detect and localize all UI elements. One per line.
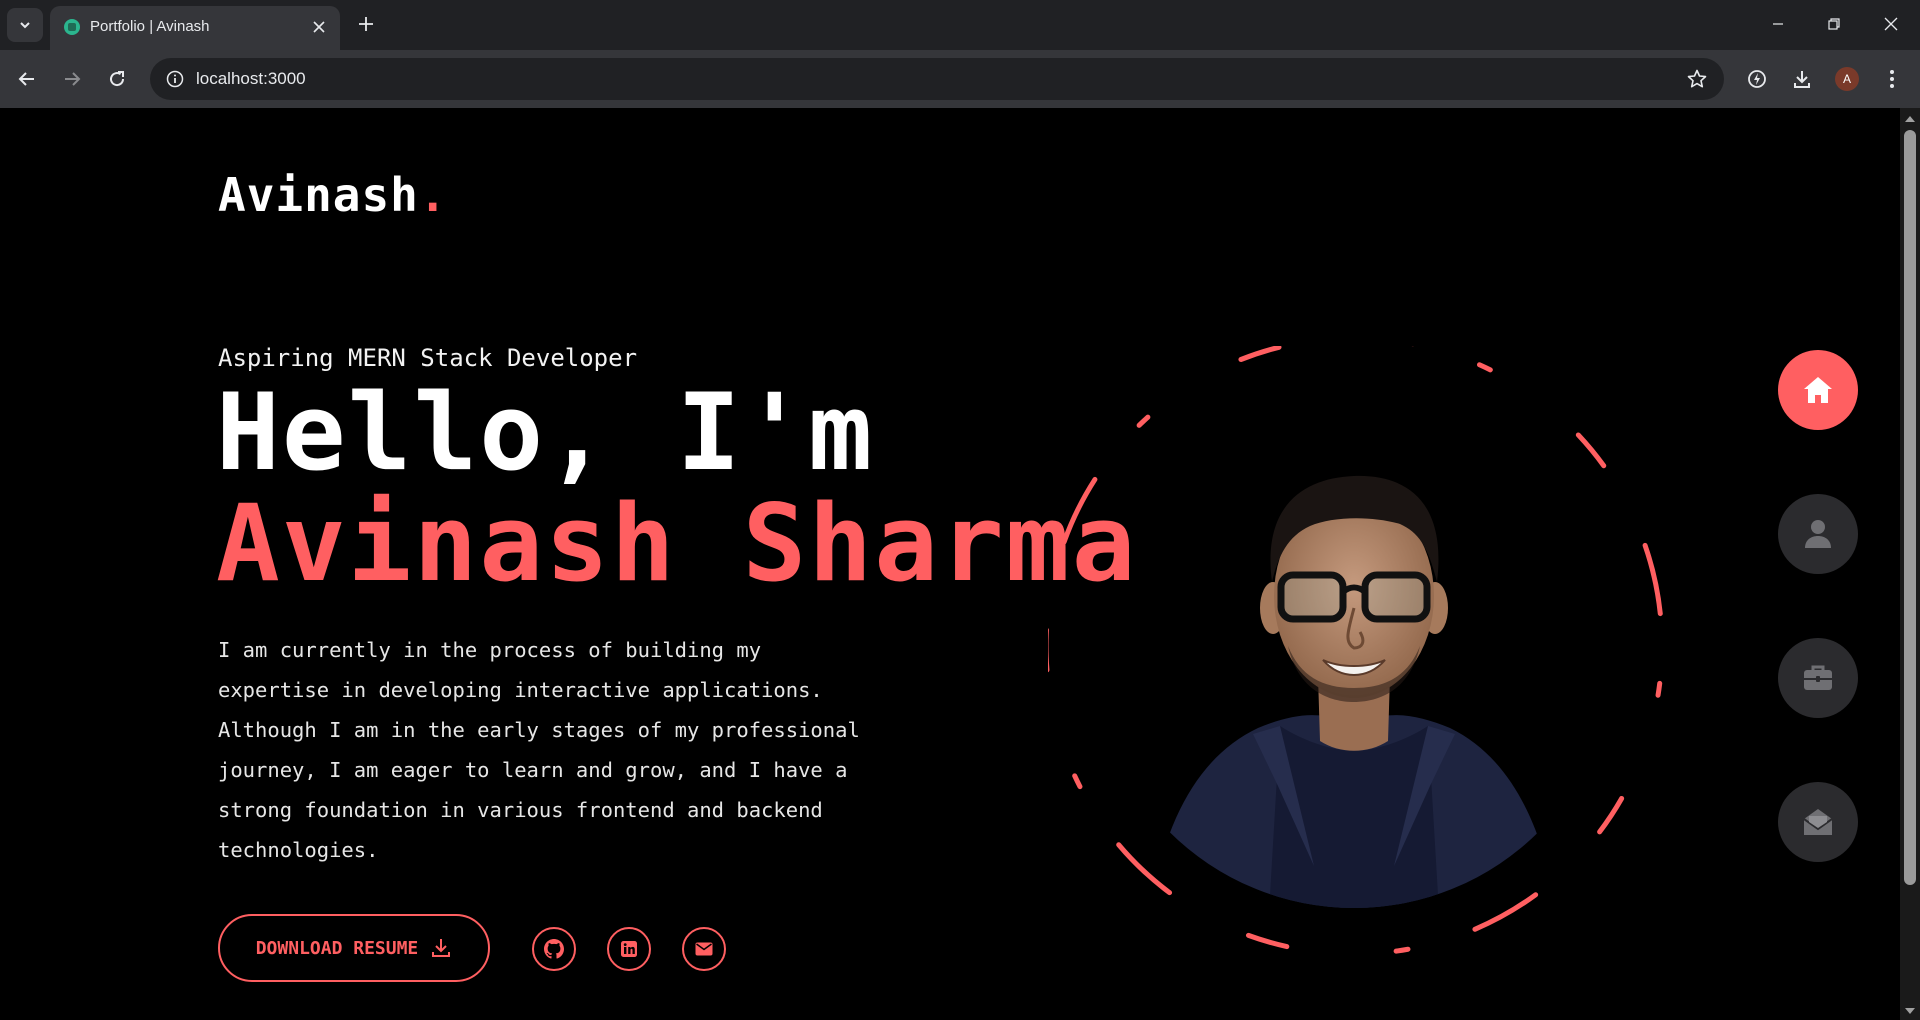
mail-icon — [695, 942, 713, 956]
favicon-icon — [64, 19, 80, 35]
close-window-button[interactable] — [1868, 8, 1914, 40]
bookmark-button[interactable] — [1682, 64, 1712, 94]
side-nav-portfolio[interactable] — [1778, 638, 1858, 718]
logo-dot: . — [418, 168, 448, 222]
browser-toolbar: localhost:3000 A — [0, 50, 1920, 108]
reload-button[interactable] — [100, 62, 134, 96]
github-link[interactable] — [532, 927, 576, 971]
forward-button[interactable] — [55, 62, 89, 96]
url-text: localhost:3000 — [196, 69, 306, 88]
restore-icon — [1828, 18, 1840, 30]
scroll-up-arrow[interactable] — [1905, 116, 1915, 122]
tab-close-button[interactable] — [308, 16, 330, 38]
home-icon — [1804, 377, 1832, 403]
side-nav-contact[interactable] — [1778, 782, 1858, 862]
minimize-icon — [1773, 23, 1783, 25]
portrait-photo — [1140, 475, 1568, 908]
new-tab-button[interactable] — [352, 10, 380, 38]
more-vert-icon — [1890, 70, 1894, 88]
hero-name: Avinash Sharma — [216, 482, 1138, 605]
user-icon — [1805, 520, 1831, 548]
menu-button[interactable] — [1875, 62, 1909, 96]
scroll-down-arrow[interactable] — [1905, 1008, 1915, 1014]
extension-button[interactable] — [1740, 62, 1774, 96]
profile-button[interactable]: A — [1830, 62, 1864, 96]
page-viewport: Avinash. Aspiring MERN Stack Developer H… — [0, 108, 1900, 1020]
close-icon — [313, 21, 325, 33]
briefcase-icon — [1804, 665, 1832, 690]
envelope-open-icon — [1803, 809, 1833, 835]
star-icon — [1687, 69, 1707, 88]
avatar: A — [1835, 67, 1859, 91]
address-bar[interactable]: localhost:3000 — [150, 58, 1724, 100]
logo-text: Avinash — [218, 168, 419, 222]
back-button[interactable] — [10, 62, 44, 96]
tab-strip: Portfolio | Avinash — [0, 0, 1920, 50]
arrow-right-icon — [65, 72, 81, 86]
downloads-button[interactable] — [1785, 62, 1819, 96]
hero-greeting: Hello, I'm — [216, 371, 875, 494]
site-info-button[interactable] — [160, 64, 190, 94]
linkedin-icon — [621, 941, 637, 957]
close-icon — [1884, 17, 1898, 31]
tab-title: Portfolio | Avinash — [90, 18, 210, 35]
download-icon — [1794, 71, 1810, 88]
plus-icon — [359, 17, 373, 31]
hero-bio: I am currently in the process of buildin… — [218, 638, 860, 862]
scroll-thumb[interactable] — [1904, 130, 1916, 885]
arrow-left-icon — [18, 72, 34, 86]
performance-icon — [1748, 70, 1766, 88]
hero-subtitle: Aspiring MERN Stack Developer — [218, 344, 638, 372]
chevron-down-icon — [20, 22, 30, 29]
profile-portrait — [1048, 346, 1665, 957]
download-icon — [432, 939, 451, 957]
site-logo[interactable]: Avinash. — [218, 168, 448, 222]
side-nav-about[interactable] — [1778, 494, 1858, 574]
reload-icon — [110, 71, 125, 87]
download-resume-button[interactable]: DOWNLOAD RESUME — [218, 914, 490, 982]
info-icon — [166, 70, 184, 88]
minimize-button[interactable] — [1755, 8, 1801, 40]
linkedin-link[interactable] — [607, 927, 651, 971]
page-scrollbar[interactable] — [1900, 108, 1920, 1020]
restore-button[interactable] — [1811, 8, 1857, 40]
download-resume-label: DOWNLOAD RESUME — [255, 937, 419, 959]
side-nav-home[interactable] — [1778, 350, 1858, 430]
github-icon — [544, 939, 564, 959]
browser-tab[interactable]: Portfolio | Avinash — [50, 6, 340, 50]
email-link[interactable] — [682, 927, 726, 971]
tab-search-button[interactable] — [7, 8, 43, 42]
